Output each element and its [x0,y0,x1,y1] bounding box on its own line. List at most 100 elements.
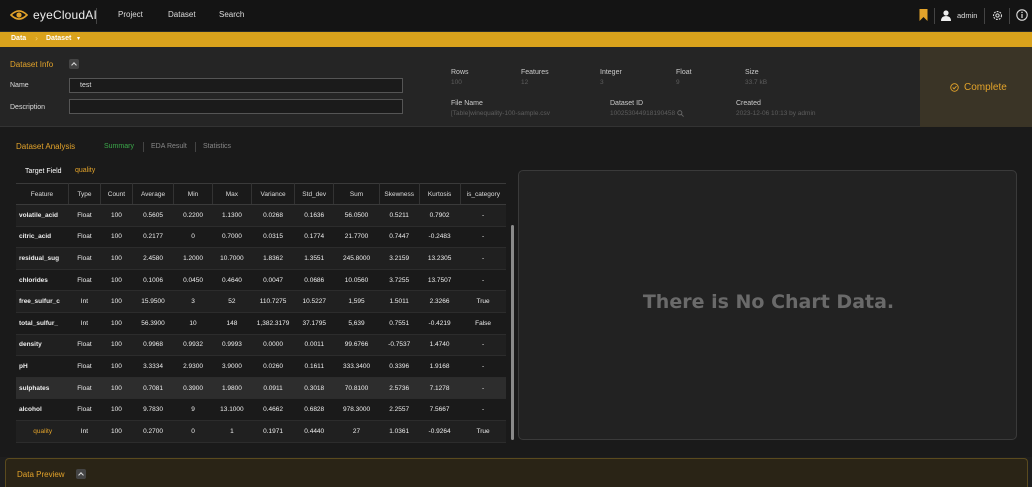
breadcrumb: Data › Dataset ▾ [0,32,1032,47]
column-header: Feature [16,183,69,205]
collapse-preview-button[interactable] [76,469,86,479]
table-cell: 100 [100,377,133,400]
table-cell: 10.0560 [333,269,380,292]
table-cell: 978.3000 [333,398,380,421]
table-cell: 0.1006 [132,269,174,292]
breadcrumb-data[interactable]: Data [11,35,26,42]
table-cell: 56.3900 [132,312,174,335]
filename-label: File Name [451,100,483,107]
table-cell: 0.7081 [132,377,174,400]
rows-value: 100 [451,79,462,86]
table-cell: 0.6828 [294,398,334,421]
app-logo[interactable]: eyeCloudAI [10,8,97,22]
size-label: Size [745,69,759,76]
dataset-id-label: Dataset ID [610,100,644,107]
nav-divider-right [934,8,935,24]
table-cell: 1.9800 [212,377,252,400]
column-header: is_category [460,183,506,205]
table-scrollbar[interactable] [511,225,514,440]
table-row[interactable]: free_sulfur_c Int 100 15.9500 3 52 110.7275 10.… [16,290,506,313]
table-cell: Int [68,312,101,335]
feature-name-cell: sulphates [16,377,69,400]
table-cell: 0.0450 [173,269,213,292]
column-header: Type [68,183,101,205]
float-value: 9 [676,79,680,86]
gear-icon[interactable] [991,9,1004,22]
column-header: Kurtosis [419,183,461,205]
table-cell: 1.3551 [294,247,334,270]
table-row[interactable]: density Float 100 0.9968 0.9932 0.9993 0.0000 0… [16,334,506,357]
name-field[interactable]: test [69,78,403,93]
table-cell: 0.3018 [294,377,334,400]
table-cell: 7.5667 [419,398,461,421]
table-cell: 0.9968 [132,334,174,357]
tab-eda-result[interactable]: EDA Result [151,143,187,150]
data-preview-panel: Data Preview [5,458,1028,487]
table-cell: 1.5011 [379,290,419,313]
table-cell: 3.2159 [379,247,419,270]
data-preview-title: Data Preview [17,470,65,479]
table-row[interactable]: quality Int 100 0.2700 0 1 0.1971 0.4440 27 1.036… [16,420,506,443]
dataset-analysis-title: Dataset Analysis [16,142,76,151]
table-row[interactable]: alcohol Float 100 9.7830 9 13.1000 0.4662 0.682… [16,398,506,421]
table-cell: 1,382.3179 [251,312,295,335]
status-text: Complete [964,82,1007,93]
table-row[interactable]: residual_sug Float 100 2.4580 1.2000 10.7000 1… [16,247,506,270]
table-row[interactable]: pH Float 100 3.3334 2.9300 3.9000 0.0260 0.1611… [16,355,506,378]
tab-statistics[interactable]: Statistics [203,143,231,150]
scrollbar-thumb[interactable] [511,225,514,440]
table-cell: 0.0260 [251,355,295,378]
table-cell: 0.7551 [379,312,419,335]
info-icon[interactable] [1016,9,1028,21]
table-cell: 0.9932 [173,334,213,357]
bookmark-icon[interactable] [918,9,929,21]
chevron-down-icon[interactable]: ▾ [77,35,80,42]
feature-name-cell: density [16,334,69,357]
column-header: Sum [333,183,380,205]
search-icon[interactable] [677,110,684,117]
table-cell: 5,639 [333,312,380,335]
nav-item-dataset[interactable]: Dataset [168,10,196,19]
table-cell: 2.9300 [173,355,213,378]
table-cell: 1 [212,420,252,443]
dataset-id-value: 100253044918190458 [610,110,676,117]
table-cell: 1.9168 [419,355,461,378]
table-row[interactable]: chlorides Float 100 0.1006 0.0450 0.4640 0.004… [16,269,506,292]
table-cell: 0.3396 [379,355,419,378]
description-field[interactable] [69,99,403,114]
float-label: Float [676,69,692,76]
user-name[interactable]: admin [957,11,977,20]
table-cell: Float [68,377,101,400]
description-label: Description [10,104,46,111]
table-cell: 0.2700 [132,420,174,443]
created-label: Created [736,100,761,107]
table-cell: 1.2000 [173,247,213,270]
nav-item-project[interactable]: Project [118,10,143,19]
app-name: eyeCloudAI [33,8,98,22]
table-cell: 10 [173,312,213,335]
nav-item-search[interactable]: Search [219,10,244,19]
top-navbar: eyeCloudAI Project Dataset Search admin [0,0,1032,32]
collapse-info-button[interactable] [69,59,79,69]
status-panel: Complete [920,47,1032,127]
table-cell: Float [68,334,101,357]
table-cell: 148 [212,312,252,335]
table-row[interactable]: sulphates Float 100 0.7081 0.3900 1.9800 0.091… [16,377,506,400]
tab-summary[interactable]: Summary [104,143,134,150]
table-cell: 100 [100,420,133,443]
chart-panel: There is No Chart Data. [518,170,1017,440]
table-row[interactable]: citric_acid Float 100 0.2177 0 0.7000 0.0315 0.… [16,226,506,249]
table-row[interactable]: volatile_acid Float 100 0.5605 0.2200 1.1300 0… [16,204,506,227]
breadcrumb-dataset[interactable]: Dataset [46,35,71,42]
table-row[interactable]: total_sulfur_ Int 100 56.3900 10 148 1,382.317… [16,312,506,335]
table-cell: 3 [173,290,213,313]
features-label: Features [521,69,549,76]
feature-name-cell: pH [16,355,69,378]
nav-divider-info [1009,8,1010,24]
column-header: Skewness [379,183,420,205]
table-cell: 0.4440 [294,420,334,443]
table-cell: 100 [100,355,133,378]
tab-divider [195,142,196,152]
target-field-value[interactable]: quality [75,167,95,174]
table-cell: 0.1774 [294,226,334,249]
